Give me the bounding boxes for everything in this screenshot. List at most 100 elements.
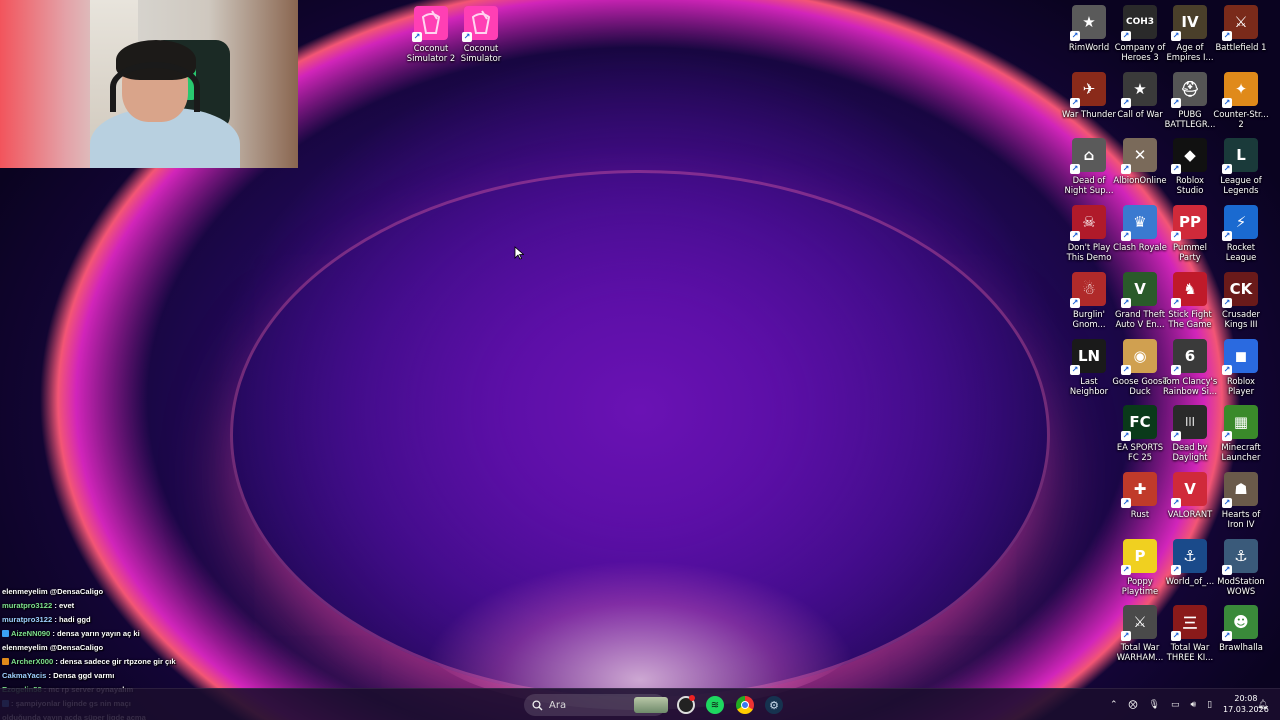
chat-username: ArcherX000 — [11, 657, 54, 666]
aoe4-icon: IV ↗ — [1171, 5, 1207, 41]
shortcut-arrow-icon: ↗ — [1121, 564, 1131, 575]
dead-of-night-icon: ⌂ ↗ — [1070, 138, 1106, 175]
desktop-icon[interactable]: ◼ ↗ Roblox Player — [1213, 338, 1269, 396]
clash-royale-icon: ♛ ↗ — [1121, 205, 1157, 242]
desktop-icon-label: Total War WARHAM... — [1116, 642, 1164, 663]
desktop-icon-label: Stick Fight The Game — [1168, 308, 1212, 329]
shortcut-arrow-icon: ↗ — [1222, 31, 1232, 41]
desktop-icon[interactable]: P ↗ Poppy Playtime — [1112, 538, 1168, 596]
network-icon[interactable]: ▭ — [1171, 700, 1180, 710]
desktop-icon[interactable]: ☗ ↗ Hearts of Iron IV — [1213, 471, 1269, 529]
desktop-icon-label: Dead by Daylight — [1172, 442, 1208, 463]
chat-message: elenmeyelim @DensaCaligo — [2, 641, 242, 655]
desktop-icon[interactable]: ♞ ↗ Stick Fight The Game — [1162, 271, 1218, 329]
shortcut-arrow-icon: ↗ — [1171, 231, 1181, 242]
desktop-icon[interactable]: LN ↗ Last Neighbor — [1061, 338, 1117, 396]
desktop-icon[interactable]: L ↗ League of Legends — [1213, 138, 1269, 195]
coconut-drink-icon: ↗ — [462, 6, 498, 42]
desktop-icon[interactable]: ★ ↗ RimWorld — [1061, 5, 1117, 52]
desktop-icon-label: Brawlhalla — [1219, 642, 1263, 653]
chat-message: muratpro3122 : hadi ggd — [2, 613, 242, 627]
steam-icon[interactable]: ⚙ — [765, 695, 783, 715]
desktop-icon[interactable]: ⚡ ↗ Rocket League — [1213, 205, 1269, 262]
stick-fight-icon: ♞ ↗ — [1171, 271, 1207, 308]
shortcut-arrow-icon: ↗ — [1121, 631, 1131, 642]
chrome-icon[interactable] — [736, 695, 754, 715]
desktop-icon[interactable]: ◉ ↗ Goose Goose Duck — [1112, 338, 1168, 396]
desktop-icon[interactable]: ✈ ↗ War Thunder — [1061, 71, 1117, 119]
roblox-icon: ◼ ↗ — [1222, 338, 1258, 375]
fc25-icon: FC ↗ — [1121, 405, 1157, 442]
spotify-icon[interactable]: ≋ — [706, 695, 724, 715]
desktop-icon[interactable]: ||| ↗ Dead by Daylight — [1162, 405, 1218, 462]
shortcut-arrow-icon: ↗ — [1222, 631, 1232, 642]
chat-message: AizeNN090 : densa yarın yayın aç ki — [2, 627, 242, 641]
desktop-icon[interactable]: V ↗ VALORANT — [1162, 471, 1218, 519]
pummel-party-icon: PP ↗ — [1171, 205, 1207, 242]
desktop-icon[interactable]: ✚ ↗ Rust — [1112, 471, 1168, 519]
desktop-icon[interactable]: ☃ ↗ Burglin' Gnom... — [1061, 271, 1117, 329]
desktop-icon-label: ModStation WOWS — [1217, 575, 1265, 596]
chat-message: ArcherX000 : densa sadece gir rtpzone gi… — [2, 655, 242, 669]
desktop-icon[interactable]: ⚔ ↗ Battlefield 1 — [1213, 5, 1269, 52]
desktop-icon-label: Burglin' Gnom... — [1072, 308, 1106, 329]
desktop-icon[interactable]: ↗ Coconut Simulator — [453, 6, 509, 63]
desktop-icon[interactable]: ☻ ↗ Brawlhalla — [1213, 605, 1269, 652]
total-war-three-kingdoms-icon: 三 ↗ — [1171, 605, 1207, 642]
taskbar: Ara ≋ ⚙ ⌃ ⨂ 🎙︎ ▭ 🔊︎ ▯ 20:08 17.03.2026 🔔… — [0, 688, 1280, 720]
microphone-icon[interactable]: 🎙︎ — [1149, 700, 1160, 710]
desktop-icon[interactable]: 三 ↗ Total War THREE KI... — [1162, 605, 1218, 662]
desktop-icon[interactable]: ⌂ ↗ Dead of Night Sup... — [1061, 138, 1117, 195]
call-of-war-icon: ★ ↗ — [1121, 71, 1157, 108]
desktop-icon[interactable]: ✕ ↗ AlbionOnline — [1112, 138, 1168, 185]
battery-icon[interactable]: ▯ — [1207, 700, 1212, 710]
desktop-icon-label: Dead of Night Sup... — [1064, 175, 1114, 196]
desktop-icon[interactable]: ▦ ↗ Minecraft Launcher — [1213, 405, 1269, 462]
search-placeholder: Ara — [549, 699, 567, 711]
app-tray-icon[interactable]: ⨂ — [1129, 700, 1138, 710]
desktop-icon[interactable]: IV ↗ Age of Empires I... — [1162, 5, 1218, 62]
shortcut-arrow-icon: ↗ — [1222, 297, 1232, 308]
widget-icon[interactable] — [634, 697, 668, 713]
total-war-warhammer-icon: ⚔ ↗ — [1121, 605, 1157, 642]
shortcut-arrow-icon: ↗ — [412, 32, 422, 42]
desktop-icon-label: Call of War — [1117, 108, 1163, 119]
desktop-icon[interactable]: ⚔ ↗ Total War WARHAM... — [1112, 605, 1168, 662]
desktop-icon[interactable]: ☠ ↗ Don't Play This Demo — [1061, 205, 1117, 262]
user-badge-icon — [2, 630, 9, 637]
shortcut-arrow-icon: ↗ — [1070, 364, 1080, 375]
desktop-icon[interactable]: COH3 ↗ Company of Heroes 3 — [1112, 5, 1168, 62]
desktop-icon[interactable]: ♛ ↗ Clash Royale — [1112, 205, 1168, 252]
volume-icon[interactable]: 🔊︎ — [1191, 700, 1197, 710]
shortcut-arrow-icon: ↗ — [1121, 297, 1131, 308]
desktop-icon[interactable]: ★ ↗ Call of War — [1112, 71, 1168, 119]
skull-icon: ☠ ↗ — [1070, 205, 1106, 242]
desktop-icon[interactable]: CK ↗ Crusader Kings III — [1213, 271, 1269, 329]
desktop-icon[interactable]: PP ↗ Pummel Party — [1162, 205, 1218, 262]
shortcut-arrow-icon: ↗ — [1171, 164, 1181, 175]
dbd-icon: ||| ↗ — [1171, 405, 1207, 442]
desktop-icon-label: RimWorld — [1068, 42, 1110, 52]
desktop-icon[interactable]: ✦ ↗ Counter-Str... 2 — [1213, 71, 1269, 129]
desktop-icon[interactable]: V ↗ Grand Theft Auto V En... — [1112, 271, 1168, 329]
desktop-icon[interactable]: FC ↗ EA SPORTS FC 25 — [1112, 405, 1168, 462]
desktop-icon-label: Age of Empires I... — [1166, 42, 1214, 62]
desktop-icon-label: Goose Goose Duck — [1112, 375, 1168, 396]
rocket-league-icon: ⚡ ↗ — [1222, 205, 1258, 242]
desktop-icon[interactable]: ⚓ ↗ ModStation WOWS — [1213, 538, 1269, 596]
desktop-icon-label: Coconut Simulator 2 — [406, 43, 456, 63]
desktop-icon[interactable]: 6 ↗ Tom Clancy's Rainbow Si... — [1162, 338, 1218, 396]
desktop-icon[interactable]: ⚓ ↗ World_of_... — [1162, 538, 1218, 586]
desktop-icon[interactable]: ⛑ ↗ PUBG BATTLEGR... — [1162, 71, 1218, 129]
chevron-up-icon[interactable]: ⌃ — [1110, 700, 1118, 710]
notification-icon[interactable]: 🔔︎ — [1257, 689, 1268, 720]
chat-text: : densa sadece gir rtpzone gir çık — [55, 657, 176, 666]
chat-message: elenmeyelim @DensaCaligo — [2, 585, 242, 599]
start-button[interactable] — [498, 696, 516, 714]
shortcut-arrow-icon: ↗ — [1121, 164, 1131, 175]
search-icon — [532, 699, 543, 710]
desktop-icon[interactable]: ↗ Coconut Simulator 2 — [403, 6, 459, 63]
app-pinned-icon[interactable] — [677, 695, 695, 715]
desktop-icon[interactable]: ◆ ↗ Roblox Studio — [1162, 138, 1218, 195]
chat-text: elenmeyelim @DensaCaligo — [2, 587, 104, 596]
